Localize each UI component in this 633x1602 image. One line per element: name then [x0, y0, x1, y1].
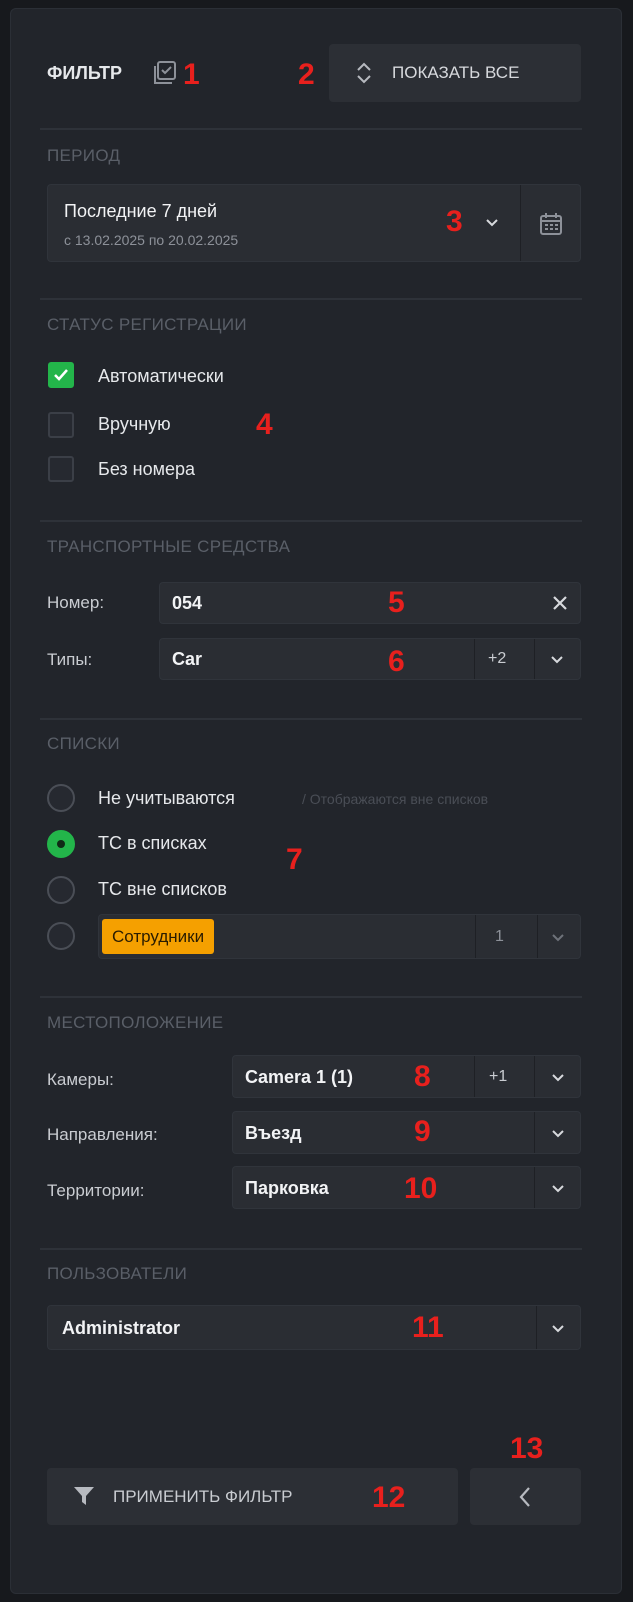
types-label: Типы: — [47, 650, 93, 669]
section-title-registration: СТАТУС РЕГИСТРАЦИИ — [47, 315, 247, 334]
field-separator — [520, 185, 521, 261]
chevron-down-icon[interactable] — [550, 653, 564, 665]
field-separator — [474, 1056, 475, 1097]
field-separator — [534, 1056, 535, 1097]
divider — [40, 718, 582, 720]
annotation-marker: 12 — [372, 1481, 406, 1514]
checkbox-no-number[interactable] — [48, 456, 74, 482]
period-value: Последние 7 дней — [64, 201, 218, 221]
chevron-down-icon[interactable] — [551, 931, 565, 943]
divider — [40, 520, 582, 522]
divider — [40, 128, 582, 130]
collapse-panel-button[interactable] — [470, 1468, 581, 1525]
annotation-marker: 7 — [286, 843, 303, 876]
section-title-users: ПОЛЬЗОВАТЕЛИ — [47, 1264, 188, 1283]
users-select[interactable]: Administrator — [47, 1305, 581, 1350]
list-select[interactable]: Сотрудники 1 — [98, 914, 581, 959]
directions-value: Въезд — [245, 1123, 302, 1143]
period-range: с 13.02.2025 по 20.02.2025 — [64, 232, 239, 248]
annotation-marker: 3 — [446, 205, 463, 238]
filter-icon[interactable] — [152, 60, 178, 86]
section-title-location: МЕСТОПОЛОЖЕНИЕ — [47, 1013, 224, 1032]
section-title-vehicles: ТРАНСПОРТНЫЕ СРЕДСТВА — [47, 537, 291, 556]
chevron-down-icon[interactable] — [551, 1071, 565, 1083]
chevron-down-icon[interactable] — [551, 1322, 565, 1334]
list-count: 1 — [495, 928, 504, 945]
field-separator — [536, 1306, 537, 1349]
divider — [40, 1248, 582, 1250]
check-icon — [54, 369, 68, 381]
cameras-extra-count: +1 — [489, 1068, 508, 1085]
section-title-lists: СПИСКИ — [47, 734, 120, 753]
radio-not-considered[interactable] — [47, 784, 75, 812]
radio-in-lists[interactable] — [47, 830, 75, 858]
number-value: 054 — [172, 593, 203, 613]
funnel-icon — [73, 1485, 95, 1507]
types-value: Car — [172, 649, 203, 669]
annotation-marker: 6 — [388, 645, 405, 678]
period-select[interactable]: Последние 7 дней с 13.02.2025 по 20.02.2… — [47, 184, 581, 262]
filter-title: ФИЛЬТР — [47, 63, 123, 83]
clear-icon[interactable] — [552, 595, 568, 611]
field-separator — [534, 1112, 535, 1153]
annotation-marker: 13 — [510, 1432, 544, 1465]
annotation-marker: 10 — [404, 1172, 438, 1205]
chevron-down-icon[interactable] — [551, 1127, 565, 1139]
checkbox-manual[interactable] — [48, 412, 74, 438]
checkbox-label: Без номера — [98, 459, 196, 479]
checkbox-label: Вручную — [98, 414, 171, 434]
divider — [40, 298, 582, 300]
annotation-marker: 2 — [298, 58, 315, 91]
cameras-select[interactable]: Camera 1 (1) +1 — [232, 1055, 581, 1098]
radio-label: Не учитываются — [98, 788, 235, 808]
radio-out-of-lists[interactable] — [47, 876, 75, 904]
types-extra-count: +2 — [488, 650, 507, 667]
chevron-down-icon[interactable] — [485, 216, 499, 228]
number-input[interactable]: 054 — [159, 582, 581, 624]
territories-label: Территории: — [47, 1181, 145, 1200]
users-value: Administrator — [62, 1318, 181, 1338]
show-all-button[interactable]: ПОКАЗАТЬ ВСЕ — [329, 44, 581, 102]
divider — [40, 996, 582, 998]
directions-label: Направления: — [47, 1125, 158, 1144]
radio-hint: / Отображаются вне списков — [302, 791, 489, 807]
show-all-label: ПОКАЗАТЬ ВСЕ — [392, 63, 520, 82]
radio-label: ТС вне списков — [98, 879, 227, 899]
expand-collapse-icon — [355, 60, 373, 86]
chevron-left-icon — [517, 1486, 533, 1508]
field-separator — [534, 1167, 535, 1208]
section-title-period: ПЕРИОД — [47, 146, 121, 165]
apply-filter-label: ПРИМЕНИТЬ ФИЛЬТР — [113, 1487, 293, 1506]
number-label: Номер: — [47, 593, 105, 612]
directions-select[interactable]: Въезд — [232, 1111, 581, 1154]
checkbox-automatic[interactable] — [48, 362, 74, 388]
field-separator — [537, 915, 538, 958]
radio-label: ТС в списках — [98, 833, 207, 853]
annotation-marker: 8 — [414, 1060, 431, 1093]
annotation-marker: 5 — [388, 586, 405, 619]
types-select[interactable]: Car +2 — [159, 638, 581, 680]
checkbox-label: Автоматически — [98, 366, 224, 386]
chevron-down-icon[interactable] — [551, 1182, 565, 1194]
annotation-marker: 11 — [412, 1311, 444, 1344]
annotation-marker: 4 — [256, 408, 273, 441]
territories-value: Парковка — [245, 1178, 329, 1198]
field-separator — [475, 915, 476, 958]
radio-specific-list[interactable] — [47, 922, 75, 950]
calendar-icon[interactable] — [538, 211, 564, 237]
cameras-value: Camera 1 (1) — [245, 1067, 354, 1087]
annotation-marker: 1 — [183, 58, 200, 91]
field-separator — [474, 639, 475, 679]
annotation-marker: 9 — [414, 1115, 431, 1148]
cameras-label: Камеры: — [47, 1070, 114, 1089]
field-separator — [534, 639, 535, 679]
list-tag[interactable]: Сотрудники — [102, 919, 215, 954]
